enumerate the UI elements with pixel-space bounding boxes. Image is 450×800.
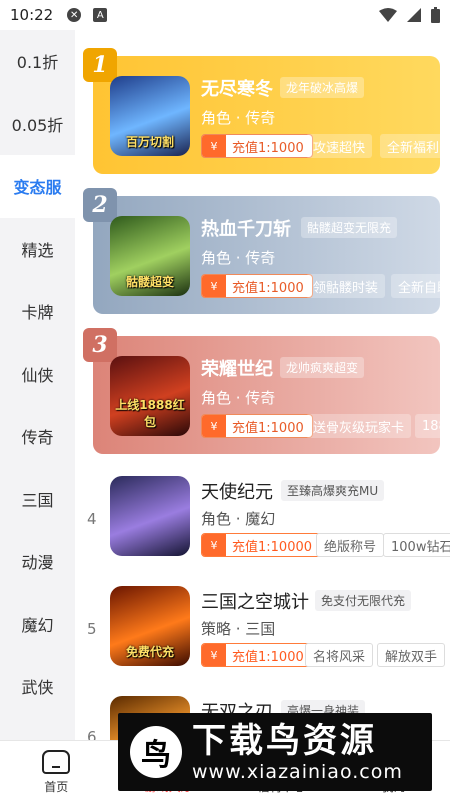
game-category: 角色 · 传奇 — [201, 109, 276, 127]
game-category: 角色 · 传奇 — [201, 249, 276, 267]
sidebar-item-label: 三国 — [21, 490, 54, 510]
game-icon: 百万切割 — [110, 76, 190, 156]
sidebar-item-fantasy[interactable]: 魔幻 — [0, 593, 75, 656]
rank-number: 4 — [87, 510, 97, 528]
watermark-title: 下载鸟资源 — [192, 721, 377, 761]
sidebar-item-label: 变态服 — [13, 178, 62, 198]
game-icon-caption: 骷髅超变 — [125, 275, 174, 289]
sidebar-item-label: 精选 — [21, 240, 54, 260]
nav-home[interactable]: 首页 — [0, 741, 113, 800]
status-bar: 10:22 ✕ A — [0, 0, 450, 30]
rank-badge-silver: 2 — [83, 188, 117, 222]
sidebar-item-label: 魔幻 — [21, 615, 54, 635]
game-slogan: 龙帅疯爽超变 — [280, 357, 365, 378]
game-row-4[interactable]: 4 天使纪元 至臻高爆爽充MU 角色 · 魔幻 ¥ 充值1:10000 绝版称号… — [75, 470, 450, 580]
game-row-5[interactable]: 5 免费代充 三国之空城计 免支付无限代充 策略 · 三国 ¥ 充值1:1000… — [75, 580, 450, 690]
game-icon: 骷髅超变 — [110, 216, 190, 296]
signal-icon — [407, 8, 421, 22]
game-title: 荣耀世纪 — [201, 359, 273, 380]
sidebar-item-anime[interactable]: 动漫 — [0, 530, 75, 593]
game-title: 天使纪元 — [201, 482, 273, 503]
sidebar-item-three-kingdoms[interactable]: 三国 — [0, 468, 75, 531]
wifi-icon — [379, 8, 397, 22]
recharge-label: 充值1:1000 — [232, 649, 304, 665]
sidebar-item-label: 武侠 — [21, 678, 54, 698]
recharge-label: 充值1:1000 — [232, 140, 304, 156]
recharge-ratio: ¥ 充值1:1000 — [201, 414, 313, 438]
game-tag: 解放双手 — [377, 643, 446, 667]
game-icon-caption: 上线1888红包 — [115, 398, 185, 429]
game-slogan: 至臻高爆爽充MU — [281, 480, 385, 501]
game-card-3[interactable]: 3 上线1888红包 荣耀世纪 龙帅疯爽超变 角色 · 传奇 ¥ 充值1:100… — [83, 328, 450, 454]
game-slogan: 免支付无限代充 — [315, 590, 412, 611]
game-tag: 攻速超快 — [306, 134, 373, 158]
recharge-ratio: ¥ 充值1:10000 — [201, 533, 322, 557]
game-tag: 全新福利 — [380, 134, 447, 158]
game-slogan: 龙年破冰高爆 — [280, 77, 365, 98]
sidebar-item-0-05-discount[interactable]: 0.05折 — [0, 93, 75, 156]
category-sidebar: 0.1折 0.05折 变态服 精选 卡牌 仙侠 传奇 三国 动漫 魔幻 武侠 — [0, 30, 75, 740]
game-icon-caption: 百万切割 — [125, 135, 174, 149]
recharge-label: 充值1:1000 — [232, 420, 304, 436]
battery-icon — [431, 7, 440, 23]
game-category: 策略 · 三国 — [201, 620, 276, 638]
game-tag: 188 — [415, 414, 450, 438]
site-watermark: 鸟 下载鸟资源 www.xiazainiao.com — [118, 713, 432, 791]
game-category: 角色 · 魔幻 — [201, 510, 276, 528]
sidebar-item-label: 动漫 — [21, 553, 54, 573]
rank-number: 5 — [87, 620, 97, 638]
game-title: 热血千刀斩 — [201, 219, 291, 240]
rank-badge-bronze: 3 — [83, 328, 117, 362]
watermark-url: www.xiazainiao.com — [192, 761, 403, 783]
sidebar-item-label: 传奇 — [21, 428, 54, 448]
close-notification-icon: ✕ — [67, 8, 82, 22]
home-icon — [42, 750, 71, 774]
yen-icon: ¥ — [202, 644, 226, 666]
recharge-ratio: ¥ 充值1:1000 — [201, 134, 313, 158]
game-tag: 领骷髅时装 — [306, 274, 386, 298]
sidebar-item-modded-server[interactable]: 变态服 — [0, 155, 75, 218]
bird-logo-icon: 鸟 — [130, 726, 182, 778]
game-slogan: 骷髅超变无限充 — [301, 217, 398, 238]
recharge-ratio: ¥ 充值1:1000 — [201, 274, 313, 298]
game-tag: 送骨灰级玩家卡 — [306, 414, 412, 438]
game-card-1[interactable]: 1 百万切割 无尽寒冬 龙年破冰高爆 角色 · 传奇 ¥ 充值1:1000 攻速… — [83, 48, 447, 174]
game-icon: 免费代充 — [110, 586, 190, 666]
yen-icon: ¥ — [202, 534, 226, 556]
status-time: 10:22 — [10, 6, 54, 24]
rank-number: 6 — [87, 728, 97, 740]
sidebar-item-card[interactable]: 卡牌 — [0, 280, 75, 343]
game-tag: 100w钻石 — [383, 533, 450, 557]
sidebar-item-wuxia[interactable]: 武侠 — [0, 655, 75, 718]
game-icon: 上线1888红包 — [110, 356, 190, 436]
sidebar-item-0-1-discount[interactable]: 0.1折 — [0, 30, 75, 93]
game-rank-list: 1 百万切割 无尽寒冬 龙年破冰高爆 角色 · 传奇 ¥ 充值1:1000 攻速… — [75, 30, 450, 740]
nav-home-label: 首页 — [44, 780, 69, 794]
game-tag: 名将风采 — [305, 643, 374, 667]
sidebar-item-label: 卡牌 — [21, 303, 54, 323]
game-category: 角色 · 传奇 — [201, 389, 276, 407]
game-tag: 绝版称号 — [316, 533, 385, 557]
sidebar-item-featured[interactable]: 精选 — [0, 218, 75, 281]
game-tag: 全新自助 — [391, 274, 450, 298]
yen-icon: ¥ — [202, 275, 226, 297]
sidebar-item-xianxia[interactable]: 仙侠 — [0, 343, 75, 406]
game-card-2[interactable]: 2 骷髅超变 热血千刀斩 骷髅超变无限充 角色 · 传奇 ¥ 充值1:1000 … — [83, 188, 450, 314]
yen-icon: ¥ — [202, 415, 226, 437]
game-icon — [110, 476, 190, 556]
game-icon-caption: 免费代充 — [125, 645, 174, 659]
sidebar-item-label: 仙侠 — [21, 365, 54, 385]
recharge-label: 充值1:10000 — [232, 539, 313, 555]
sidebar-item-label: 0.05折 — [11, 115, 64, 135]
game-title: 无尽寒冬 — [201, 79, 273, 100]
recharge-ratio: ¥ 充值1:1000 — [201, 643, 313, 667]
font-notification-icon: A — [93, 8, 108, 22]
yen-icon: ¥ — [202, 135, 226, 157]
game-title: 三国之空城计 — [201, 592, 309, 613]
recharge-label: 充值1:1000 — [232, 280, 304, 296]
sidebar-item-legend[interactable]: 传奇 — [0, 405, 75, 468]
sidebar-item-label: 0.1折 — [16, 53, 59, 73]
rank-badge-gold: 1 — [83, 48, 117, 82]
